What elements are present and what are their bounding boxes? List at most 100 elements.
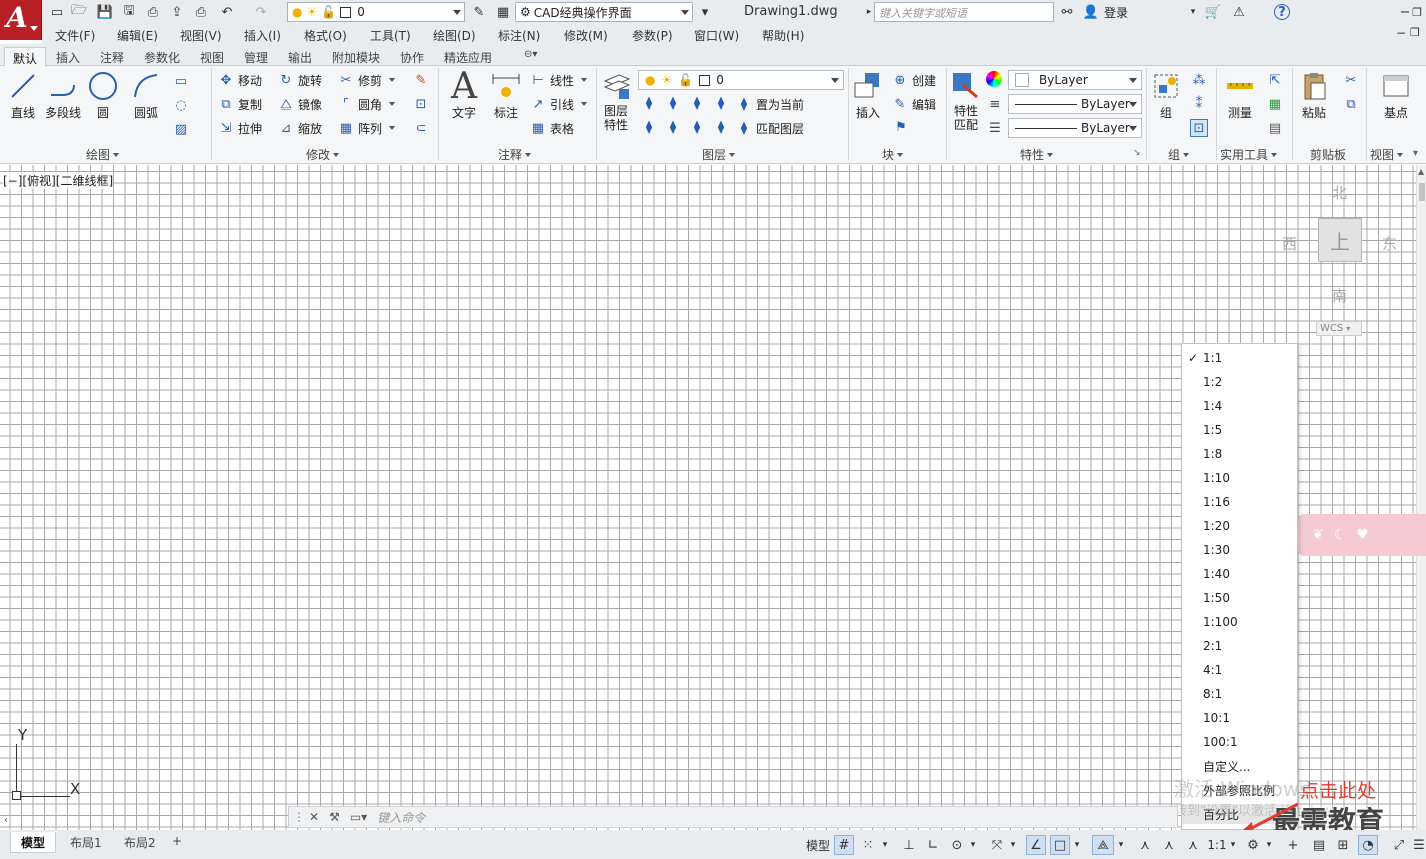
scale-option[interactable]: 1:8 (1182, 444, 1297, 464)
add-layout-icon[interactable]: + (168, 832, 186, 853)
cart-icon[interactable]: 🛒 (1204, 3, 1222, 21)
cut-icon[interactable]: ✂ (1342, 71, 1360, 89)
ungroup-icon[interactable]: ⁂ (1190, 71, 1208, 89)
viewcube-north[interactable]: 北 (1332, 182, 1347, 203)
offset-icon[interactable]: ⊂ (412, 119, 430, 137)
workspace-combo[interactable]: ⚙ CAD经典操作界面 (515, 2, 693, 22)
menu-minimize-icon[interactable]: − (1396, 26, 1406, 40)
group-button[interactable]: 组 (1150, 70, 1182, 121)
polar-icon[interactable]: ⊙ (948, 835, 966, 855)
match-layer-icon[interactable]: ✎ (470, 3, 488, 21)
scale-option[interactable]: 10:1 (1182, 708, 1297, 728)
scale-option[interactable]: 8:1 (1182, 684, 1297, 704)
layer-off-icon[interactable]: ⧫ (640, 94, 658, 112)
properties-panel-title[interactable]: 特性 (1020, 146, 1054, 163)
match-properties-button[interactable]: 特性 匹配 (950, 70, 982, 132)
text-button[interactable]: A 文字 (446, 66, 482, 121)
copy-clip-icon[interactable]: ⧉ (1342, 95, 1360, 113)
layer-lock-tool-icon[interactable]: ⧫ (712, 94, 730, 112)
scale-option[interactable]: 100:1 (1182, 732, 1297, 752)
grid-icon[interactable]: # (834, 835, 854, 855)
binoculars-icon[interactable]: ⚯ (1058, 3, 1076, 21)
linetype-combo[interactable]: ByLayer (1008, 94, 1142, 114)
annotation-scale-dropdown-icon[interactable]: ▾ (1228, 835, 1238, 855)
object-snap-icon[interactable]: □ (1050, 835, 1070, 855)
menu-modify[interactable]: 修改(M) (564, 27, 608, 44)
move-button[interactable]: ✥ 移动 (218, 70, 262, 90)
floating-widget[interactable]: ❦ ☾ ♥ (1298, 514, 1426, 556)
scroll-left-icon[interactable]: ‹ (4, 815, 8, 826)
model-space-button[interactable]: 模型 (804, 835, 832, 855)
tab-manage[interactable]: 管理 (236, 47, 276, 66)
command-input[interactable]: 键入命令 (377, 809, 425, 826)
modify-panel-title[interactable]: 修改 (306, 146, 340, 163)
customization-icon[interactable]: ☰ (1412, 835, 1426, 855)
restore-icon[interactable]: ❐ (1408, 3, 1426, 21)
command-customize-icon[interactable]: ⚒ (329, 810, 340, 824)
create-block-button[interactable]: ⊕ 创建 (892, 70, 936, 90)
fillet-button[interactable]: ⌜ 圆角 (338, 94, 396, 114)
user-icon[interactable]: 👤 (1082, 3, 1100, 21)
new-file-icon[interactable]: ▭ (48, 3, 66, 21)
tab-model[interactable]: 模型 (10, 832, 57, 853)
wcs-menu[interactable]: WCS ▾ (1316, 321, 1362, 336)
annotation-panel-title[interactable]: 注释 (498, 146, 532, 163)
search-input[interactable]: 键入关键字或短语 (874, 2, 1054, 22)
draw-panel-title[interactable]: 绘图 (86, 146, 120, 163)
viewcube-west[interactable]: 西 (1282, 233, 1297, 254)
vertical-scrollbar-thumb[interactable] (1419, 183, 1425, 201)
polyline-button[interactable]: 多段线 (44, 70, 82, 121)
block-attributes-icon[interactable]: ⚑ (892, 118, 910, 136)
hatch-icon[interactable]: ▨ (172, 120, 190, 138)
quick-properties-icon[interactable]: ⊞ (1334, 835, 1352, 855)
view-panel-title[interactable]: 视图 (1370, 146, 1404, 163)
print-icon[interactable]: ⎙ (192, 3, 210, 21)
explode-icon[interactable]: ⊡ (412, 95, 430, 113)
menu-edit[interactable]: 编辑(E) (117, 27, 158, 44)
plot-icon[interactable]: ⇪ (168, 3, 186, 21)
infer-constraints-icon[interactable]: ⊥ (900, 835, 918, 855)
tab-featured-apps[interactable]: 精选应用 (436, 47, 500, 66)
application-menu-button[interactable]: A (0, 0, 42, 40)
layer-thaw-icon[interactable]: ⧫ (688, 118, 706, 136)
units-icon[interactable]: ▤ (1310, 835, 1328, 855)
tab-collaborate[interactable]: 协作 (392, 47, 432, 66)
copy-button[interactable]: ⧉ 复制 (218, 94, 262, 114)
layer-unlock-icon[interactable]: ⧫ (712, 118, 730, 136)
calculator-tool-icon[interactable]: ▤ (1266, 119, 1284, 137)
rectangle-icon[interactable]: ▭ (172, 72, 190, 90)
tab-output[interactable]: 输出 (280, 47, 320, 66)
trim-button[interactable]: ✂ 修剪 (338, 70, 396, 90)
scale-option[interactable]: 1:10 (1182, 468, 1297, 488)
quick-select-icon[interactable]: ⇱ (1266, 71, 1284, 89)
scale-option[interactable]: 1:4 (1182, 396, 1297, 416)
menu-window[interactable]: 窗口(W) (694, 27, 739, 44)
menu-format[interactable]: 格式(O) (304, 27, 347, 44)
dimension-button[interactable]: 标注 (488, 70, 524, 121)
set-current-button[interactable]: ⧫ 置为当前 (736, 94, 804, 114)
scale-option[interactable]: 1:5 (1182, 420, 1297, 440)
edit-block-button[interactable]: ✎ 编辑 (892, 94, 936, 114)
array-button[interactable]: ▦ 阵列 (338, 118, 396, 138)
scale-option[interactable]: 1:100 (1182, 612, 1297, 632)
workspace-dropdown-icon[interactable]: ▾ (1264, 835, 1274, 855)
paste-button[interactable]: 粘贴 (1296, 70, 1332, 121)
layer-properties-button[interactable]: 图层 特性 (600, 70, 632, 132)
annotation-monitor-icon[interactable]: + (1284, 835, 1302, 855)
layer-freeze-icon[interactable]: ⧫ (688, 94, 706, 112)
scale-option[interactable]: 2:1 (1182, 636, 1297, 656)
annotation-scale-icon[interactable]: ⋏ (1184, 835, 1202, 855)
insert-block-button[interactable]: 插入 (852, 70, 884, 121)
polar-dropdown-icon[interactable]: ▾ (968, 835, 978, 855)
tab-layout2[interactable]: 布局2 (114, 832, 166, 853)
menu-restore-icon[interactable]: ❐ (1410, 26, 1420, 39)
login-dropdown-icon[interactable]: ▾ (1184, 3, 1202, 21)
auto-scale-icon[interactable]: ⋏ (1160, 835, 1178, 855)
menu-draw[interactable]: 绘图(D) (433, 27, 476, 44)
snap-icon[interactable]: ⁙ (858, 835, 878, 855)
scale-option[interactable]: 1:16 (1182, 492, 1297, 512)
tab-view[interactable]: 视图 (192, 47, 232, 66)
match-layer-button[interactable]: ⧫ 匹配图层 (736, 118, 804, 138)
viewcube-east[interactable]: 东 (1382, 233, 1397, 254)
scale-button[interactable]: ⊿ 缩放 (278, 118, 322, 138)
